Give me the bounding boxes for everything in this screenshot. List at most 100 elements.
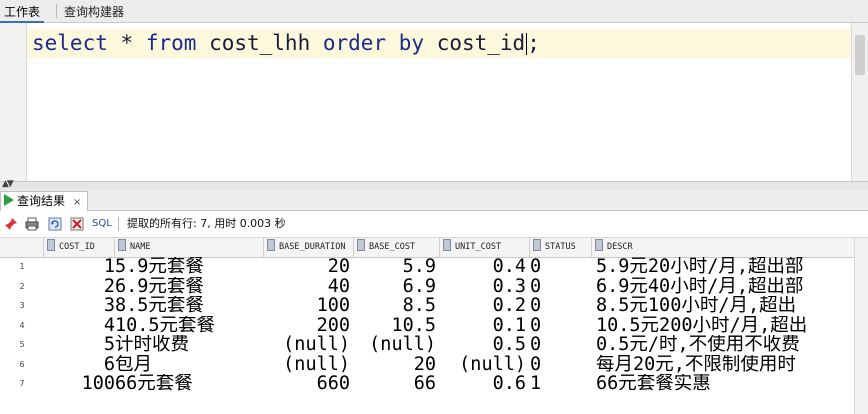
tab-query-results[interactable]: 查询结果 × [0,191,89,211]
scroll-thumb[interactable] [855,35,865,75]
cell-descr[interactable]: 10.5元200小时/月,超出 [596,316,855,335]
column-header[interactable]: NAME [115,238,264,257]
column-sort-icon [47,239,55,251]
table-row[interactable]: 5 5 计时收费 (null) (null) 0.5 0 0.5元/时,不使用不… [0,335,868,355]
cell-base-duration[interactable]: (null) [264,355,350,374]
row-number: 2 [19,281,25,291]
cell-base-duration[interactable]: 100 [264,296,350,315]
grid-vertical-scrollbar[interactable] [854,238,868,414]
sql-editor[interactable]: select * from cost_lhh order by cost_id; [0,23,868,181]
keyword-by: by [398,31,425,55]
results-grid[interactable]: COST_ID NAME BASE_DURATION BASE_COST UNI… [0,238,868,414]
results-toolbar: SQL 提取的所有行: 7, 用时 0.003 秒 [0,211,868,238]
cell-status[interactable]: 1 [530,374,592,393]
column-header[interactable]: STATUS [530,238,592,257]
table-row[interactable]: 2 2 6.9元套餐 40 6.9 0.3 0 6.9元40小时/月,超出部 [0,277,868,297]
cell-base-duration[interactable]: 20 [264,257,350,276]
editor-body[interactable]: select * from cost_lhh order by cost_id; [27,23,854,181]
column-header[interactable]: DESCR [592,238,855,257]
column-header-label: NAME [130,242,151,252]
cell-base-cost[interactable]: (null) [354,335,436,354]
column-header-label: STATUS [545,242,576,252]
cell-name[interactable]: 5.9元套餐 [115,257,264,276]
cell-unit-cost[interactable]: 0.6 [440,374,526,393]
cell-status[interactable]: 0 [530,355,592,374]
cell-unit-cost[interactable]: 0.1 [440,316,526,335]
cell-status[interactable]: 0 [530,335,592,354]
cell-unit-cost[interactable]: (null) [440,355,526,374]
cell-base-cost[interactable]: 20 [354,355,436,374]
column-header[interactable]: UNIT_COST [440,238,530,257]
column-sort-icon [533,239,541,251]
cell-status[interactable]: 0 [530,257,592,276]
cell-name[interactable]: 包月 [115,355,264,374]
column-sort-icon [267,239,275,251]
close-tab-icon[interactable]: × [73,197,81,208]
cell-base-cost[interactable]: 5.9 [354,257,436,276]
cell-base-duration[interactable]: (null) [264,335,350,354]
cell-descr[interactable]: 8.5元100小时/月,超出 [596,296,855,315]
tab-divider [56,4,57,18]
cell-base-cost[interactable]: 10.5 [354,316,436,335]
cell-unit-cost[interactable]: 0.3 [440,277,526,296]
cell-name[interactable]: 8.5元套餐 [115,296,264,315]
column-header[interactable]: BASE_DURATION [264,238,354,257]
cell-base-duration[interactable]: 40 [264,277,350,296]
cell-base-duration[interactable]: 660 [264,374,350,393]
cell-cost-id[interactable]: 2 [44,277,115,296]
row-number: 1 [19,262,25,271]
splitter-arrows-icon[interactable]: ▲▼ [2,179,14,189]
cell-name[interactable]: 66元套餐 [115,374,264,393]
cell-descr[interactable]: 66元套餐实惠 [596,374,855,393]
cell-cost-id[interactable]: 5 [44,335,115,354]
table-row[interactable]: 7 100 66元套餐 660 66 0.6 1 66元套餐实惠 [0,374,868,394]
cell-cost-id[interactable]: 3 [44,296,115,315]
cell-descr[interactable]: 6.9元40小时/月,超出部 [596,277,855,296]
keyword-from: from [145,31,197,55]
cell-unit-cost[interactable]: 0.5 [440,335,526,354]
print-icon[interactable] [25,217,39,231]
cell-base-cost[interactable]: 6.9 [354,277,436,296]
editor-vertical-scrollbar[interactable] [851,23,868,181]
cell-descr[interactable]: 5.9元20小时/月,超出部 [596,257,855,276]
cell-status[interactable]: 0 [530,316,592,335]
cell-name[interactable]: 计时收费 [115,335,264,354]
cell-status[interactable]: 0 [530,277,592,296]
cell-unit-cost[interactable]: 0.2 [440,296,526,315]
column-sort-icon [595,239,603,251]
row-number-header [0,238,44,257]
column-header[interactable]: COST_ID [44,238,115,257]
select-star: * [120,31,134,55]
pin-icon[interactable] [4,217,18,231]
cell-cost-id[interactable]: 4 [44,316,115,335]
column-header-label: BASE_DURATION [279,242,346,252]
row-number: 7 [19,379,25,388]
cell-base-cost[interactable]: 8.5 [354,296,436,315]
refresh-icon[interactable] [48,217,62,231]
sql-button[interactable]: SQL [92,211,112,237]
cell-base-cost[interactable]: 66 [354,374,436,393]
cell-base-duration[interactable]: 200 [264,316,350,335]
worksheet-tab-strip: 工作表 查询构建器 [0,0,868,23]
table-row[interactable]: 1 1 5.9元套餐 20 5.9 0.4 0 5.9元20小时/月,超出部 [0,257,868,277]
table-row[interactable]: 3 3 8.5元套餐 100 8.5 0.2 0 8.5元100小时/月,超出 [0,296,868,316]
tab-query-builder[interactable]: 查询构建器 [60,3,128,21]
cell-status[interactable]: 0 [530,296,592,315]
cell-cost-id[interactable]: 6 [44,355,115,374]
cell-cost-id[interactable]: 100 [44,374,115,393]
cell-cost-id[interactable]: 1 [44,257,115,276]
table-name: cost_lhh [209,31,311,55]
cell-unit-cost[interactable]: 0.4 [440,257,526,276]
cell-name[interactable]: 10.5元套餐 [115,316,264,335]
cell-name[interactable]: 6.9元套餐 [115,277,264,296]
grid-header: COST_ID NAME BASE_DURATION BASE_COST UNI… [0,238,868,258]
export-icon[interactable] [70,217,84,231]
column-header-label: DESCR [607,242,633,252]
column-header[interactable]: BASE_COST [354,238,440,257]
tab-worksheet[interactable]: 工作表 [0,3,45,23]
cell-descr[interactable]: 0.5元/时,不使用不收费 [596,335,855,354]
cell-descr[interactable]: 每月20元,不限制使用时 [596,355,855,374]
table-row[interactable]: 4 4 10.5元套餐 200 10.5 0.1 0 10.5元200小时/月,… [0,316,868,336]
table-row[interactable]: 6 6 包月 (null) 20 (null) 0 每月20元,不限制使用时 [0,355,868,375]
code-line[interactable]: select * from cost_lhh order by cost_id; [27,29,854,58]
